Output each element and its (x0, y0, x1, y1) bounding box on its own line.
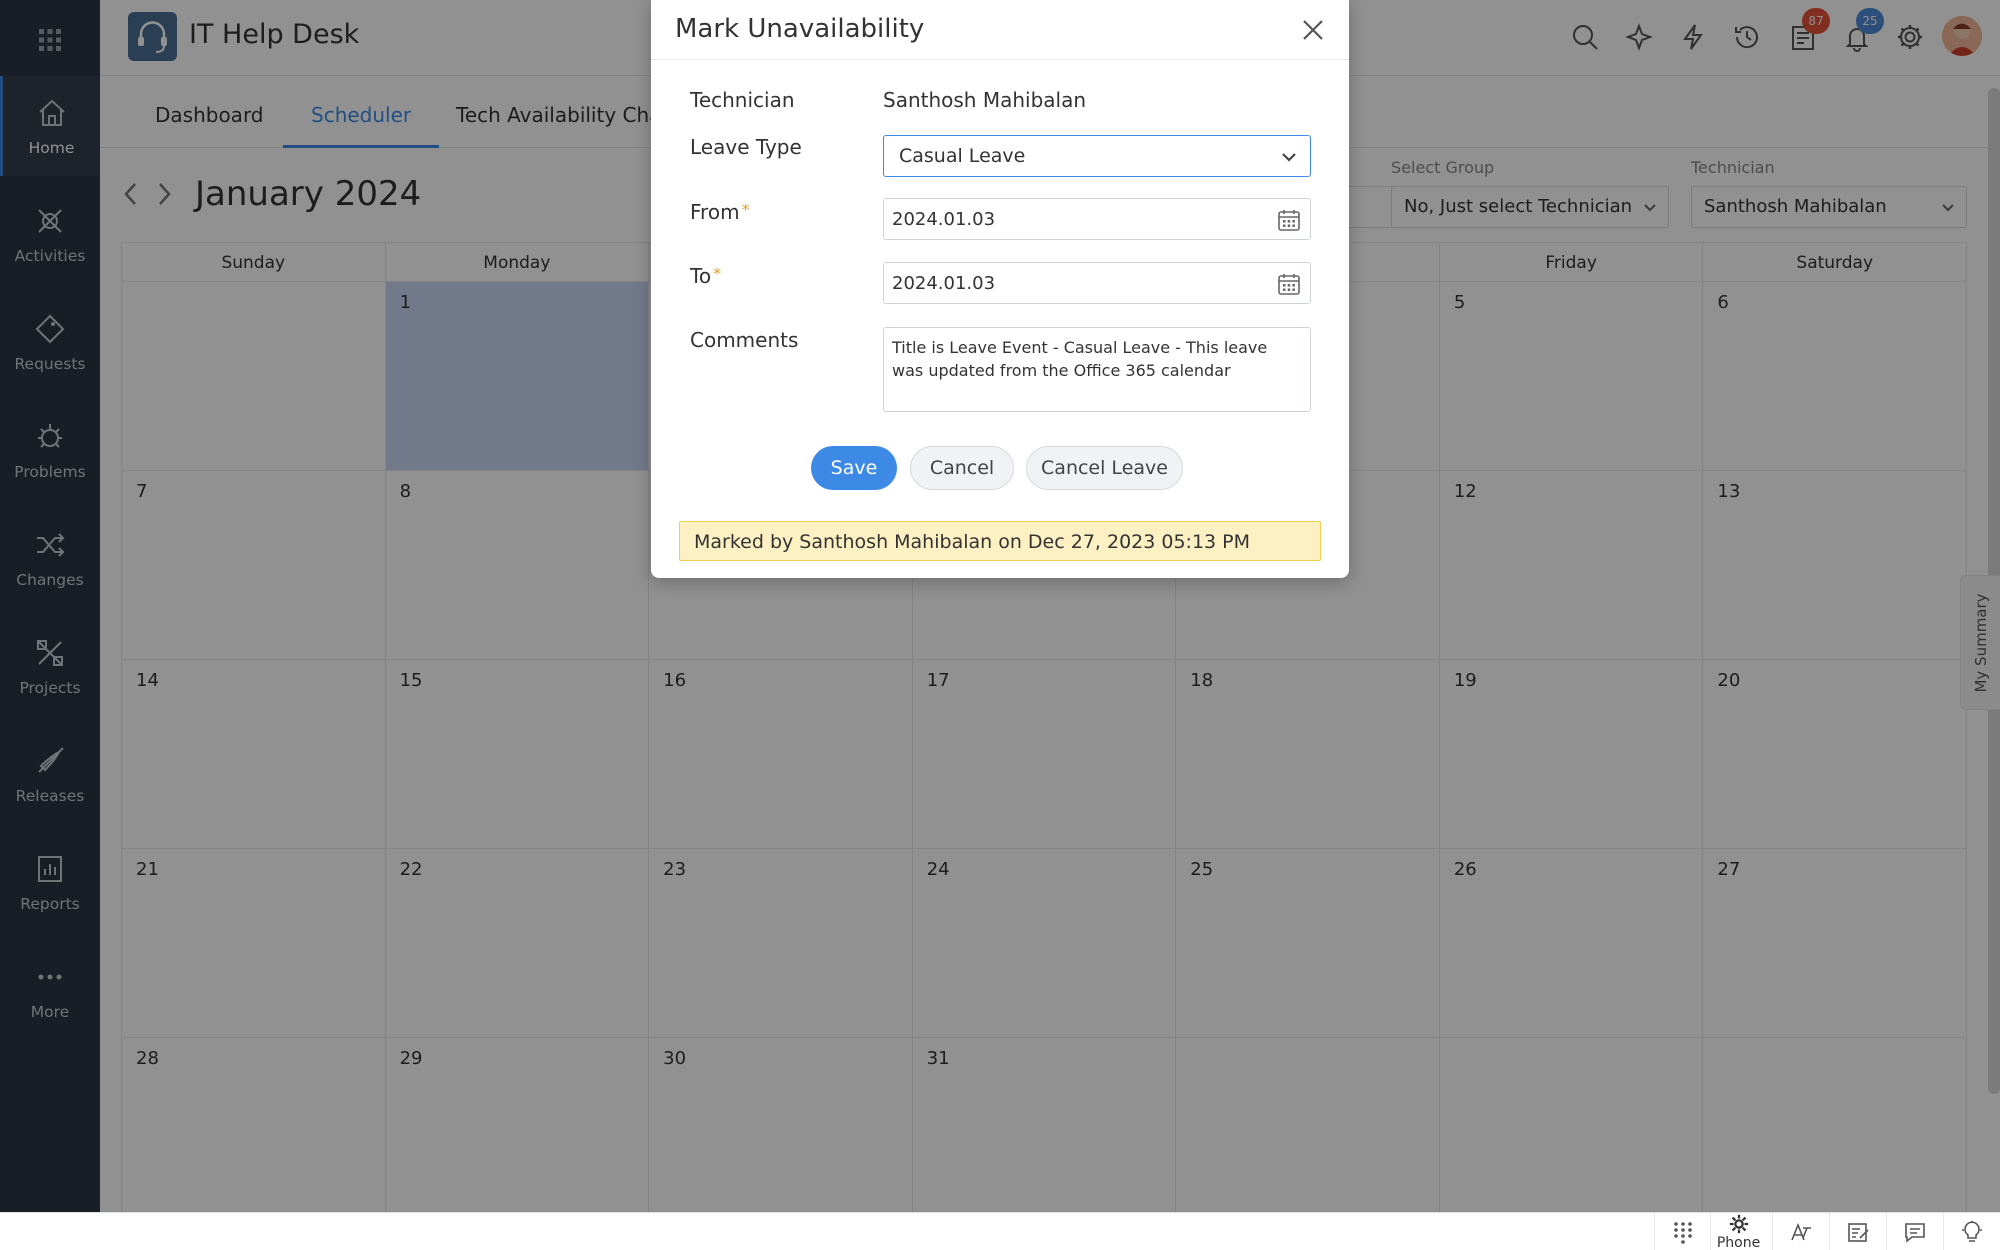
required-marker: * (713, 264, 722, 283)
comments-textarea[interactable]: Title is Leave Event - Casual Leave - Th… (883, 327, 1311, 412)
from-date-value: 2024.01.03 (892, 209, 996, 230)
close-icon[interactable] (1301, 18, 1325, 42)
calendar-icon[interactable] (1276, 271, 1302, 297)
dialpad-icon[interactable] (1654, 1213, 1710, 1250)
lightbulb-icon[interactable] (1943, 1213, 1999, 1250)
to-label-text: To (690, 264, 712, 288)
save-button[interactable]: Save (811, 446, 897, 490)
from-label: From * (690, 200, 750, 224)
phone-gear-icon (1729, 1214, 1748, 1234)
comments-label: Comments (690, 328, 799, 352)
dialog-title: Mark Unavailability (675, 14, 925, 44)
mark-unavailability-dialog: Mark Unavailability Technician Santhosh … (651, 0, 1349, 578)
to-date-value: 2024.01.03 (892, 273, 996, 294)
calendar-icon[interactable] (1276, 207, 1302, 233)
to-label: To * (690, 264, 721, 288)
notes-icon[interactable] (1829, 1213, 1885, 1250)
marked-by-notice: Marked by Santhosh Mahibalan on Dec 27, … (679, 521, 1321, 561)
chevron-down-icon (1282, 153, 1296, 162)
dialog-header: Mark Unavailability (651, 0, 1349, 60)
leave-type-value: Casual Leave (899, 145, 1026, 167)
from-label-text: From (690, 200, 740, 224)
chat-icon[interactable] (1886, 1213, 1942, 1250)
bottom-toolbar: Phone (0, 1212, 2000, 1250)
phone-button[interactable]: Phone (1710, 1213, 1766, 1250)
from-date-field[interactable]: 2024.01.03 (883, 198, 1311, 240)
cancel-button[interactable]: Cancel (910, 446, 1014, 490)
leave-type-select[interactable]: Casual Leave (883, 135, 1311, 177)
required-marker: * (741, 200, 750, 219)
technician-label: Technician (690, 88, 795, 112)
technician-value: Santhosh Mahibalan (883, 88, 1087, 112)
translate-icon[interactable] (1772, 1213, 1828, 1250)
phone-label: Phone (1716, 1235, 1761, 1250)
to-date-field[interactable]: 2024.01.03 (883, 262, 1311, 304)
cancel-leave-button[interactable]: Cancel Leave (1026, 446, 1183, 490)
leave-type-label: Leave Type (690, 135, 802, 159)
